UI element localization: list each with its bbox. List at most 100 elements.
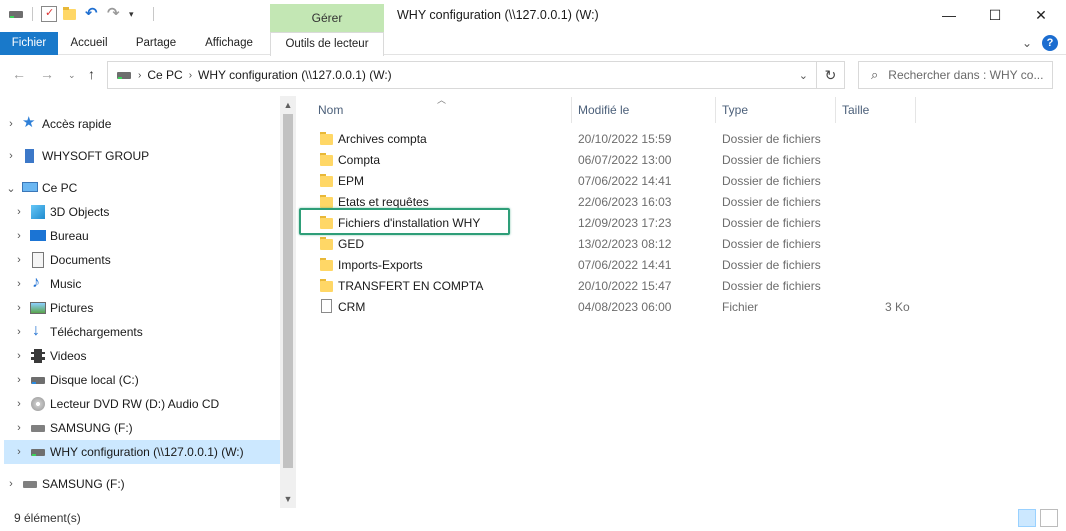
- expand-arrow-icon[interactable]: ›: [12, 326, 26, 338]
- tab-accueil[interactable]: Accueil: [62, 32, 116, 55]
- building-icon: [22, 148, 38, 164]
- tab-outils-de-lecteur[interactable]: Outils de lecteur: [270, 32, 384, 56]
- nav-item-whysoft-group[interactable]: › WHYSOFT GROUP: [4, 144, 280, 168]
- expand-arrow-icon[interactable]: ›: [12, 422, 26, 434]
- nav-item-documents[interactable]: › Documents: [12, 248, 280, 272]
- minimize-button[interactable]: —: [926, 0, 972, 30]
- file-modified: 07/06/2022 14:41: [578, 257, 672, 272]
- drive-icon[interactable]: [8, 6, 24, 22]
- expand-arrow-icon[interactable]: ›: [12, 350, 26, 362]
- nav-label: Lecteur DVD RW (D:) Audio CD: [50, 397, 220, 411]
- nav-item-acces-rapide[interactable]: › ★ Accès rapide: [4, 112, 280, 136]
- nav-item-why-configuration[interactable]: › WHY configuration (\\127.0.0.1) (W:): [4, 440, 280, 464]
- documents-icon: [30, 252, 46, 268]
- expand-arrow-icon[interactable]: ›: [12, 230, 26, 242]
- expand-arrow-icon[interactable]: ›: [12, 374, 26, 386]
- nav-item-3d-objects[interactable]: › 3D Objects: [12, 200, 280, 224]
- nav-label: WHY configuration (\\127.0.0.1) (W:): [50, 445, 244, 459]
- ribbon-tabs: Fichier Accueil Partage Affichage Outils…: [0, 32, 1066, 56]
- refresh-icon[interactable]: ↻: [817, 61, 845, 89]
- videos-icon: [30, 348, 46, 364]
- undo-icon[interactable]: ↶: [85, 6, 101, 22]
- nav-item-dvd-drive[interactable]: › Lecteur DVD RW (D:) Audio CD: [12, 392, 280, 416]
- details-view-icon[interactable]: [1018, 509, 1036, 527]
- folder-icon: [320, 278, 334, 292]
- file-row[interactable]: TRANSFERT EN COMPTA 20/10/2022 15:47 Dos…: [312, 275, 912, 296]
- nav-item-ce-pc[interactable]: ⌄ Ce PC: [4, 176, 280, 200]
- nav-label: Disque local (C:): [50, 373, 139, 387]
- up-arrow-icon[interactable]: ↑: [88, 66, 95, 82]
- nav-item-bureau[interactable]: › Bureau: [12, 224, 280, 248]
- file-row[interactable]: Archives compta 20/10/2022 15:59 Dossier…: [312, 128, 912, 149]
- forward-arrow-icon[interactable]: →: [40, 66, 54, 82]
- expand-arrow-icon[interactable]: ›: [12, 446, 26, 458]
- folder-icon: [320, 194, 334, 208]
- nav-item-pictures[interactable]: › Pictures: [12, 296, 280, 320]
- file-modified: 13/02/2023 08:12: [578, 236, 672, 251]
- computer-icon: [22, 180, 38, 196]
- column-header-modified[interactable]: Modifié le: [572, 97, 716, 123]
- quick-access-toolbar: ✓ ↶ ↷ ▾: [8, 6, 156, 22]
- nav-label: SAMSUNG (F:): [50, 421, 133, 435]
- usb-drive-icon: [30, 420, 46, 436]
- nav-label: Videos: [50, 349, 87, 363]
- file-modified: 04/08/2023 06:00: [578, 299, 672, 314]
- address-bar[interactable]: › Ce PC › WHY configuration (\\127.0.0.1…: [107, 61, 817, 89]
- scroll-up-icon[interactable]: ▲: [280, 97, 296, 113]
- breadcrumb-separator-icon: ›: [138, 69, 142, 81]
- expand-arrow-icon[interactable]: ›: [12, 278, 26, 290]
- expand-ribbon-icon[interactable]: ⌄: [1022, 36, 1032, 50]
- file-name: Etats et requêtes: [338, 194, 429, 209]
- address-dropdown-icon[interactable]: ⌄: [799, 69, 808, 82]
- file-row[interactable]: GED 13/02/2023 08:12 Dossier de fichiers: [312, 233, 912, 254]
- file-row[interactable]: Imports-Exports 07/06/2022 14:41 Dossier…: [312, 254, 912, 275]
- expand-arrow-icon[interactable]: ›: [12, 254, 26, 266]
- close-button[interactable]: ✕: [1018, 0, 1064, 30]
- tab-fichier[interactable]: Fichier: [0, 32, 58, 55]
- customize-toolbar-icon[interactable]: ▾: [129, 6, 145, 22]
- local-disk-icon: [30, 372, 46, 388]
- new-folder-icon[interactable]: [63, 6, 79, 22]
- expand-arrow-icon[interactable]: ›: [12, 398, 26, 410]
- nav-item-disque-local[interactable]: › Disque local (C:): [12, 368, 280, 392]
- nav-label: Accès rapide: [42, 117, 112, 131]
- recent-locations-icon[interactable]: ⌄: [68, 70, 76, 81]
- file-modified: 20/10/2022 15:59: [578, 131, 672, 146]
- view-buttons: [1018, 509, 1058, 527]
- tab-affichage[interactable]: Affichage: [196, 32, 262, 55]
- file-row[interactable]: CRM 04/08/2023 06:00 Fichier 3 Ko: [312, 296, 912, 317]
- nav-item-samsung-f-root[interactable]: › SAMSUNG (F:): [4, 472, 280, 496]
- scroll-down-icon[interactable]: ▼: [280, 491, 296, 507]
- file-row[interactable]: Compta 06/07/2022 13:00 Dossier de fichi…: [312, 149, 912, 170]
- large-icons-view-icon[interactable]: [1040, 509, 1058, 527]
- expand-arrow-icon[interactable]: ›: [12, 206, 26, 218]
- nav-item-videos[interactable]: › Videos: [12, 344, 280, 368]
- help-icon[interactable]: ?: [1042, 35, 1058, 51]
- file-row[interactable]: EPM 07/06/2022 14:41 Dossier de fichiers: [312, 170, 912, 191]
- tab-gerer-context[interactable]: Gérer: [270, 4, 384, 32]
- tab-partage[interactable]: Partage: [126, 32, 186, 55]
- redo-icon[interactable]: ↷: [107, 6, 123, 22]
- highlight-annotation: [299, 208, 510, 235]
- nav-scrollbar-thumb[interactable]: [283, 114, 293, 468]
- desktop-icon: [30, 228, 46, 244]
- back-arrow-icon[interactable]: ←: [12, 66, 26, 82]
- column-header-type[interactable]: Type: [716, 97, 836, 123]
- breadcrumb-ce-pc[interactable]: Ce PC: [147, 68, 182, 82]
- search-input[interactable]: ⌕ Rechercher dans : WHY co...: [858, 61, 1053, 89]
- expand-arrow-icon[interactable]: ›: [4, 118, 18, 130]
- column-header-size[interactable]: Taille: [836, 97, 916, 123]
- maximize-button[interactable]: ☐: [972, 0, 1018, 30]
- nav-label: Music: [50, 277, 82, 291]
- nav-item-samsung-f[interactable]: › SAMSUNG (F:): [12, 416, 280, 440]
- nav-item-telechargements[interactable]: › ↓ Téléchargements: [12, 320, 280, 344]
- expand-arrow-icon[interactable]: ›: [4, 478, 18, 490]
- breadcrumb-why-configuration[interactable]: WHY configuration (\\127.0.0.1) (W:): [198, 68, 392, 82]
- nav-item-music[interactable]: › ♪ Music: [12, 272, 280, 296]
- properties-icon[interactable]: ✓: [41, 6, 57, 22]
- expand-arrow-icon[interactable]: ›: [12, 302, 26, 314]
- collapse-arrow-icon[interactable]: ⌄: [4, 182, 18, 195]
- expand-arrow-icon[interactable]: ›: [4, 150, 18, 162]
- file-type: Dossier de fichiers: [722, 236, 821, 251]
- column-header-name[interactable]: Nom: [312, 97, 572, 123]
